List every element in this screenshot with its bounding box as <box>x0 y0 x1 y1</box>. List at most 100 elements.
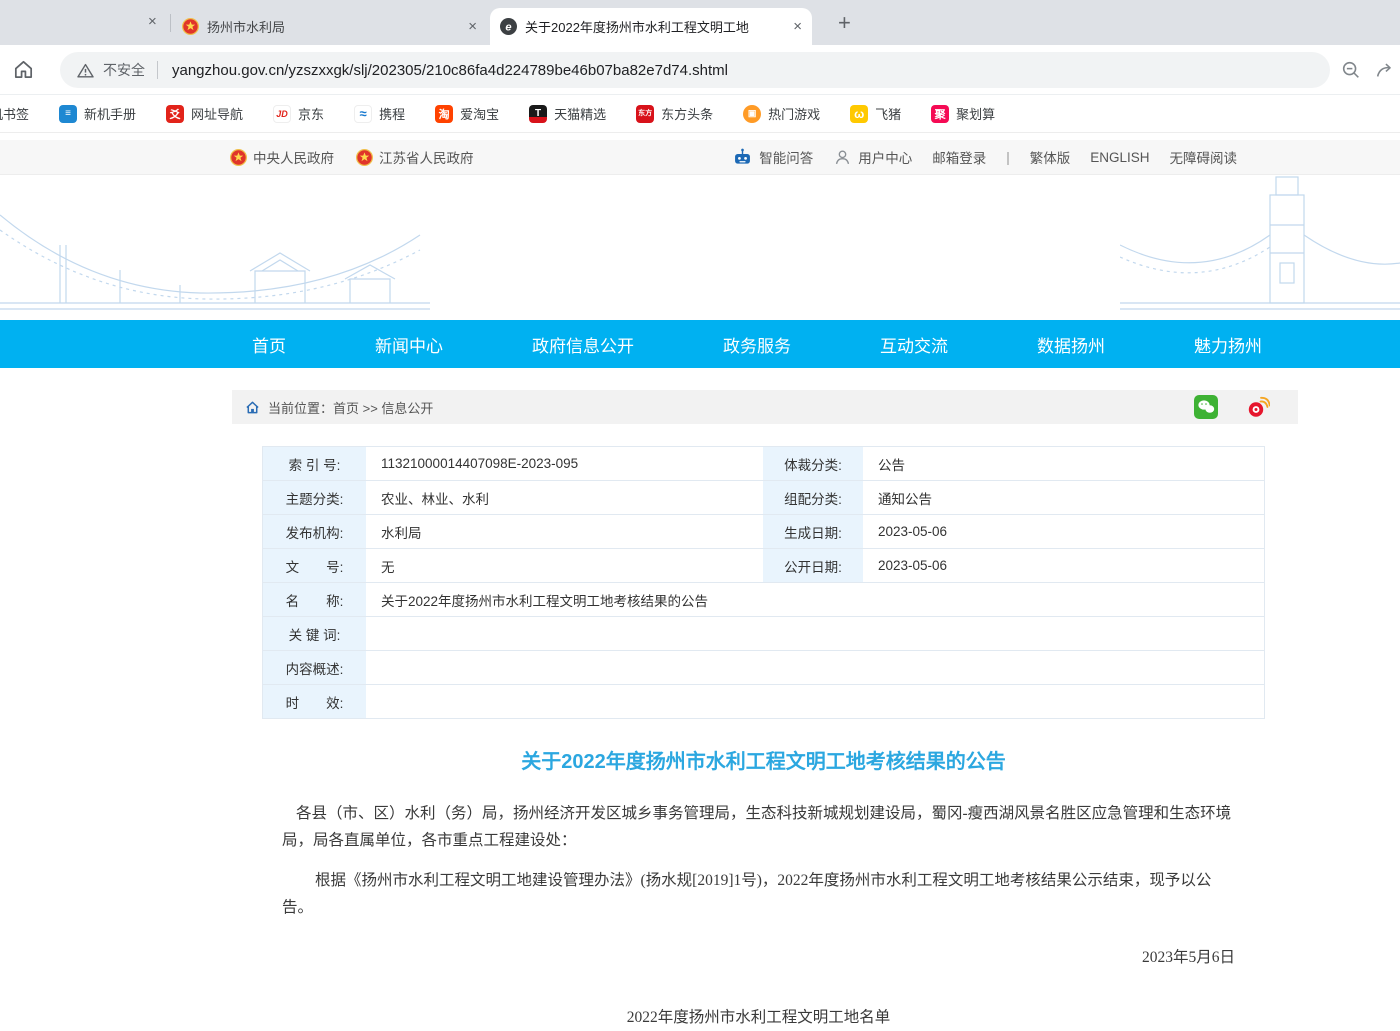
bookmark-label: 东方头条 <box>661 104 713 123</box>
meta-value-title: 关于2022年度扬州市水利工程文明工地考核结果的公告 <box>366 583 1266 616</box>
table-row: 文 号: 无 公开日期: 2023-05-06 <box>263 549 1264 583</box>
meta-value-validity <box>366 685 1266 718</box>
bookmark-label: 爱淘宝 <box>460 104 499 123</box>
bookmark-label: 机书签 <box>0 104 29 123</box>
article-body: 各县（市、区）水利（务）局，扬州经济开发区城乡事务管理局，生态科技新城规划建设局… <box>282 800 1235 1031</box>
site-nav-icon: 爻 <box>166 105 184 123</box>
manual-icon: ≡ <box>59 105 77 123</box>
address-bar[interactable]: 不安全 yangzhou.gov.cn/yzszxxgk/slj/202305/… <box>60 52 1330 88</box>
tab-title: 关于2022年度扬州市水利工程文明工地 <box>525 17 783 36</box>
nav-gov-info-disclosure[interactable]: 政府信息公开 <box>532 332 634 357</box>
nav-home[interactable]: 首页 <box>252 332 286 357</box>
article-list-heading: 2022年度扬州市水利工程文明工地名单 <box>282 1004 1235 1031</box>
national-emblem-icon <box>182 18 199 35</box>
nav-news-center[interactable]: 新闻中心 <box>375 332 443 357</box>
bookmark-jd[interactable]: JD 京东 <box>273 104 324 123</box>
close-icon[interactable]: × <box>148 13 157 30</box>
bookmark-label: 京东 <box>298 104 324 123</box>
svg-text:e: e <box>505 21 511 33</box>
taobao-icon: 淘 <box>435 105 453 123</box>
bookmark-aitaobao[interactable]: 淘 爱淘宝 <box>435 104 499 123</box>
security-label: 不安全 <box>103 60 145 80</box>
bookmark-new-device-manual[interactable]: ≡ 新机手册 <box>59 104 136 123</box>
meta-label-group-category: 组配分类: <box>763 481 863 514</box>
site-logo-icon: e <box>500 18 517 35</box>
weibo-share-icon[interactable] <box>1246 395 1270 419</box>
nav-gov-services[interactable]: 政务服务 <box>723 332 791 357</box>
user-icon <box>833 148 852 167</box>
meta-value-genre: 公告 <box>863 447 1266 480</box>
share-icon[interactable] <box>1374 59 1396 81</box>
bookmarks-bar: 机书签 ≡ 新机手册 爻 网址导航 JD 京东 ≈ 携程 淘 爱淘宝 T 天猫精… <box>0 95 1400 133</box>
robot-icon <box>732 147 753 168</box>
bookmark-tmall[interactable]: T 天猫精选 <box>529 104 606 123</box>
meta-label-validity: 时 效: <box>263 685 366 718</box>
link-user-center[interactable]: 用户中心 <box>833 147 912 167</box>
gov-link-label: 用户中心 <box>858 147 912 167</box>
tab-active-announcement[interactable]: e 关于2022年度扬州市水利工程文明工地 × <box>490 8 812 45</box>
fliggy-pig-icon: ω <box>850 105 868 123</box>
site-header: ★ 扬州市人民政府 WWW.YANGZHOU.GOV.CN 中国扬州门户网站 <box>0 175 1400 320</box>
bookmark-label: 携程 <box>379 104 405 123</box>
warning-triangle-icon[interactable] <box>76 61 95 80</box>
meta-value-doc-number: 无 <box>366 549 763 582</box>
bookmark-hot-games[interactable]: ▣ 热门游戏 <box>743 104 820 123</box>
eastday-icon: 东方 <box>636 105 654 123</box>
table-row: 索 引 号: 11321000014407098E-2023-095 体裁分类:… <box>263 447 1264 481</box>
meta-label-keywords: 关 键 词: <box>263 617 366 650</box>
meta-value-topic-category: 农业、林业、水利 <box>366 481 763 514</box>
gov-link-label: 中央人民政府 <box>253 147 334 167</box>
bookmark-eastday[interactable]: 东方 东方头条 <box>636 104 713 123</box>
meta-value-publish-date: 2023-05-06 <box>863 549 1266 582</box>
header-artwork-left <box>0 175 560 320</box>
nav-interaction[interactable]: 互动交流 <box>880 332 948 357</box>
nav-charm-yangzhou[interactable]: 魅力扬州 <box>1194 332 1262 357</box>
link-english[interactable]: ENGLISH <box>1090 150 1149 165</box>
jd-icon: JD <box>273 105 291 123</box>
home-icon[interactable] <box>12 58 35 81</box>
zoom-out-icon[interactable] <box>1340 59 1362 81</box>
address-divider <box>157 61 158 79</box>
bookmark-label: 飞猪 <box>875 104 901 123</box>
meta-label-publish-date: 公开日期: <box>763 549 863 582</box>
article-date: 2023年5月6日 <box>282 944 1235 971</box>
link-traditional-chinese[interactable]: 繁体版 <box>1030 147 1071 167</box>
meta-label-summary: 内容概述: <box>263 651 366 684</box>
nav-data-yangzhou[interactable]: 数据扬州 <box>1037 332 1105 357</box>
meta-value-created-date: 2023-05-06 <box>863 515 1266 548</box>
meta-label-title: 名 称: <box>263 583 366 616</box>
new-tab-button[interactable]: + <box>838 10 851 36</box>
tab-strip: × 扬州市水利局 × e 关于2022年度扬州市水利工程文明工地 × + <box>0 0 1400 45</box>
close-icon[interactable]: × <box>793 19 802 34</box>
link-smart-qa[interactable]: 智能问答 <box>732 147 813 168</box>
main-navigation: 首页 新闻中心 政府信息公开 政务服务 互动交流 数据扬州 魅力扬州 <box>0 320 1400 368</box>
bookmark-site-navigation[interactable]: 爻 网址导航 <box>166 104 243 123</box>
link-accessibility[interactable]: 无障碍阅读 <box>1170 147 1238 167</box>
ctrip-dolphin-icon: ≈ <box>354 105 372 123</box>
bookmark-phone-bookmarks[interactable]: 机书签 <box>0 104 29 123</box>
home-icon[interactable] <box>245 400 260 415</box>
table-row: 时 效: <box>263 685 1264 719</box>
url-text[interactable]: yangzhou.gov.cn/yzszxxgk/slj/202305/210c… <box>172 62 728 79</box>
juhuasuan-icon: 聚 <box>931 105 949 123</box>
link-mail-login[interactable]: 邮箱登录 <box>932 147 986 167</box>
table-row: 发布机构: 水利局 生成日期: 2023-05-06 <box>263 515 1264 549</box>
close-icon[interactable]: × <box>468 19 477 34</box>
gov-top-bar: 中央人民政府 江苏省人民政府 智能问答 用户中心 邮箱登录 | 繁体版 ENGL… <box>0 140 1400 175</box>
bookmark-ctrip[interactable]: ≈ 携程 <box>354 104 405 123</box>
breadcrumb-prefix: 当前位置： <box>268 398 333 417</box>
meta-label-issuing-agency: 发布机构: <box>263 515 366 548</box>
link-central-government[interactable]: 中央人民政府 <box>230 147 334 167</box>
bookmark-label: 热门游戏 <box>768 104 820 123</box>
table-row: 名 称: 关于2022年度扬州市水利工程文明工地考核结果的公告 <box>263 583 1264 617</box>
tab-yangzhou-water-bureau[interactable]: 扬州市水利局 × <box>172 8 487 45</box>
wechat-share-icon[interactable] <box>1194 395 1218 419</box>
bookmark-juhuasuan[interactable]: 聚 聚划算 <box>931 104 995 123</box>
bookmark-fliggy[interactable]: ω 飞猪 <box>850 104 901 123</box>
meta-label-topic-category: 主题分类: <box>263 481 366 514</box>
article-paragraph: 根据《扬州市水利工程文明工地建设管理办法》(扬水规[2019]1号)，2022年… <box>282 867 1235 921</box>
link-jiangsu-government[interactable]: 江苏省人民政府 <box>356 147 474 167</box>
bookmark-label: 天猫精选 <box>554 104 606 123</box>
tab-separator <box>170 14 171 32</box>
breadcrumb-path[interactable]: 首页 >> 信息公开 <box>333 398 433 417</box>
